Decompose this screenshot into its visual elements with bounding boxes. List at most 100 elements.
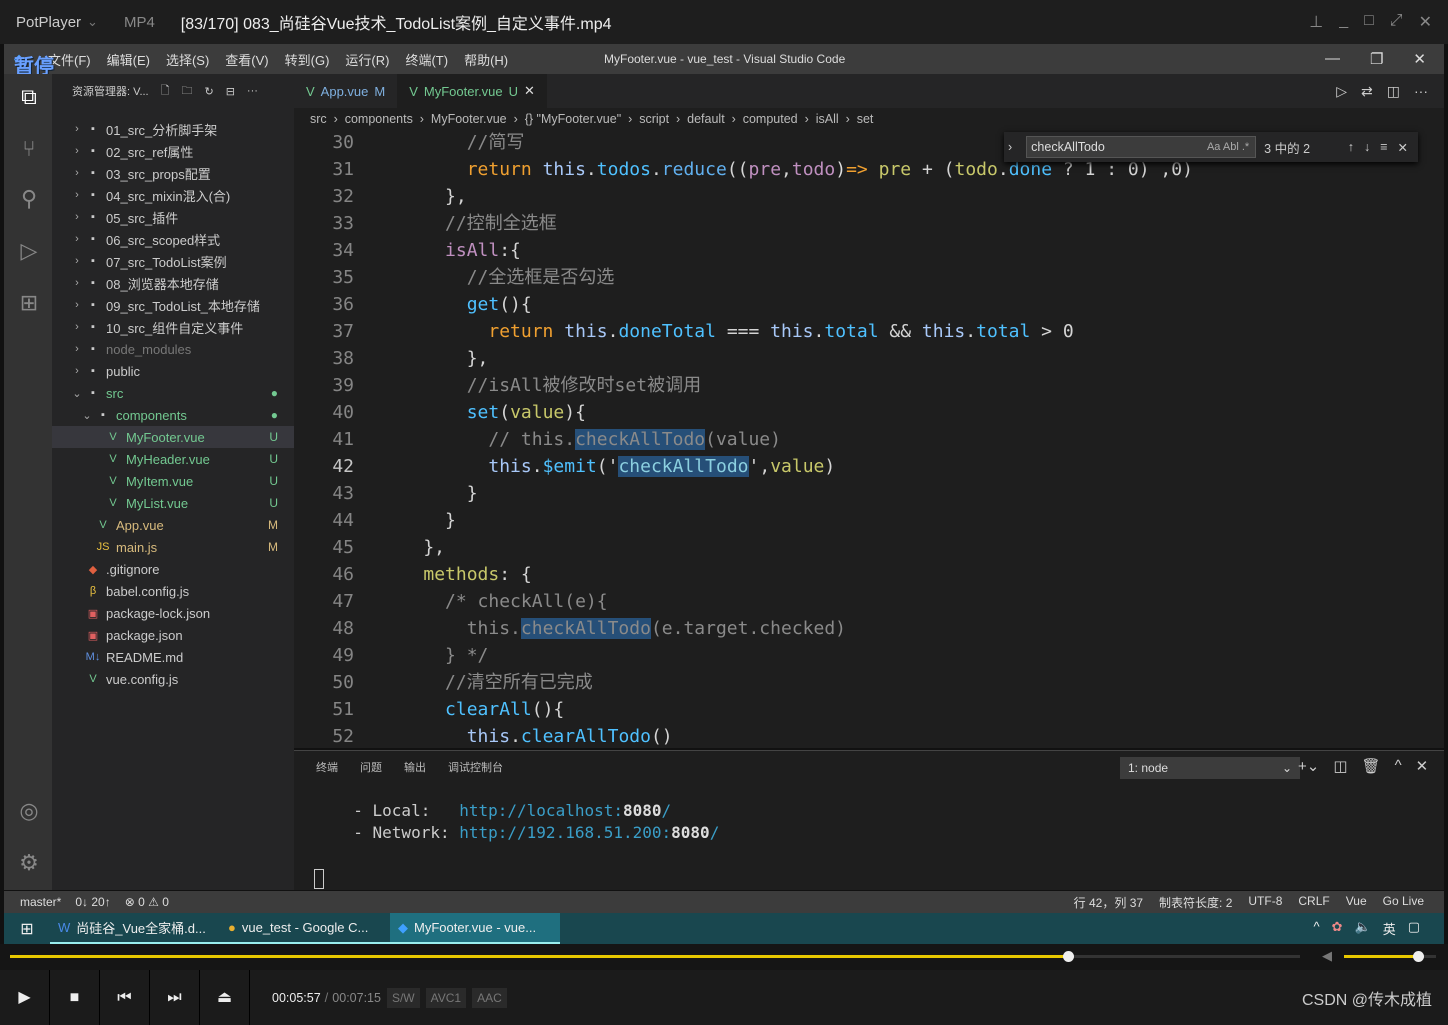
maximize-icon[interactable]: □ <box>1364 12 1374 32</box>
next-match-icon[interactable]: ↓ <box>1364 140 1370 155</box>
code-line[interactable]: this.checkAllTodo(e.target.checked) <box>380 615 846 642</box>
find-options[interactable]: Aa Abl .* <box>1207 141 1249 153</box>
breadcrumb-item[interactable]: computed <box>743 112 798 126</box>
code-line[interactable]: //控制全选框 <box>380 210 557 237</box>
seek-bar[interactable] <box>10 951 1300 962</box>
split-terminal-icon[interactable]: ◫ <box>1333 757 1347 775</box>
source-control-icon[interactable]: ⑂ <box>16 136 42 162</box>
file-tree-item[interactable]: › ▪ 07_src_TodoList案例 <box>52 250 294 272</box>
pin-icon[interactable]: ⊥ <box>1309 12 1323 32</box>
menu-item[interactable]: 文件(F) <box>48 50 91 69</box>
extensions-icon[interactable]: ⊞ <box>16 290 42 316</box>
code-line[interactable]: } <box>380 507 456 534</box>
code-line[interactable]: }, <box>380 534 445 561</box>
new-terminal-icon[interactable]: +⌄ <box>1298 757 1319 775</box>
code-editor[interactable]: 30 //简写 31 return this.todos.reduce((pre,… <box>294 130 1444 748</box>
code-line[interactable]: }, <box>380 183 467 210</box>
gear-icon[interactable]: ⚙ <box>16 850 42 876</box>
menu-item[interactable]: 帮助(H) <box>464 50 508 69</box>
file-tree-item[interactable]: › ▪ node_modules <box>52 338 294 360</box>
file-tree-item[interactable]: › ▪ 06_src_scoped样式 <box>52 228 294 250</box>
badge-audio-codec[interactable]: AAC <box>472 987 507 1008</box>
close-find-icon[interactable]: ✕ <box>1398 140 1408 155</box>
code-line[interactable]: methods: { <box>380 561 531 588</box>
status-item[interactable]: 制表符长度: 2 <box>1159 894 1232 911</box>
code-line[interactable]: // this.checkAllTodo(value) <box>380 426 781 453</box>
code-line[interactable]: set(value){ <box>380 399 586 426</box>
trash-icon[interactable]: 🗑 <box>1362 757 1381 775</box>
file-tree-item[interactable]: › ▪ 01_src_分析脚手架 <box>52 118 294 140</box>
menu-item[interactable]: 查看(V) <box>225 50 268 69</box>
play-icon[interactable]: ▶ <box>0 970 50 1025</box>
more-icon[interactable]: ··· <box>247 85 258 97</box>
menu-item[interactable]: 转到(G) <box>285 50 330 69</box>
file-tree-item[interactable]: V MyHeader.vue U <box>52 448 294 470</box>
refresh-icon[interactable]: ↻ <box>204 85 213 98</box>
file-tree-item[interactable]: V MyItem.vue U <box>52 470 294 492</box>
code-line[interactable]: }, <box>380 345 489 372</box>
taskbar-word[interactable]: W 尚硅谷_Vue全家桶.d... <box>50 913 220 944</box>
new-folder-icon[interactable]: 🗀 <box>181 82 192 101</box>
file-tree-item[interactable]: ◆ .gitignore <box>52 558 294 580</box>
stop-icon[interactable]: ■ <box>50 970 100 1025</box>
notification-icon[interactable]: ▢ <box>1408 919 1420 938</box>
breadcrumb-item[interactable]: script <box>639 112 669 126</box>
file-tree-item[interactable]: V MyFooter.vue U <box>52 426 294 448</box>
maximize-panel-icon[interactable]: ^ <box>1395 757 1402 775</box>
minimize-icon[interactable]: — <box>1325 50 1340 68</box>
terminal-url[interactable]: http://192.168.51.200:8080/ <box>459 823 719 842</box>
code-line[interactable]: return this.doneTotal === this.total && … <box>380 318 1073 345</box>
tab-app-vue[interactable]: V App.vue M <box>294 74 397 108</box>
code-line[interactable]: } <box>380 480 478 507</box>
file-tree-item[interactable]: › ▪ 05_src_插件 <box>52 206 294 228</box>
file-tree-item[interactable]: › ▪ 03_src_props配置 <box>52 162 294 184</box>
file-tree-item[interactable]: › ▪ 10_src_组件自定义事件 <box>52 316 294 338</box>
menu-item[interactable]: 选择(S) <box>166 50 209 69</box>
code-line[interactable]: //isAll被修改时set被调用 <box>380 372 701 399</box>
badge-video-codec[interactable]: AVC1 <box>425 987 467 1008</box>
file-tree-item[interactable]: V MyList.vue U <box>52 492 294 514</box>
file-tree-item[interactable]: V App.vue M <box>52 514 294 536</box>
code-line[interactable]: //清空所有已完成 <box>380 669 593 696</box>
code-line[interactable]: isAll:{ <box>380 237 521 264</box>
volume-icon[interactable]: 🔈 <box>1355 919 1371 938</box>
explorer-icon[interactable]: ⧉ <box>16 84 42 110</box>
close-panel-icon[interactable]: ✕ <box>1416 757 1429 775</box>
code-line[interactable]: //全选框是否勾选 <box>380 264 615 291</box>
panel-tab[interactable]: 问题 <box>360 759 382 775</box>
menu-item[interactable]: 编辑(E) <box>107 50 150 69</box>
search-icon[interactable]: ⚲ <box>16 186 42 212</box>
breadcrumb-item[interactable]: MyFooter.vue <box>431 112 507 126</box>
breadcrumb-item[interactable]: isAll <box>816 112 839 126</box>
status-item[interactable]: CRLF <box>1298 894 1329 911</box>
close-tab-icon[interactable]: ✕ <box>524 83 535 99</box>
file-tree-item[interactable]: ⌄ ▪ src ● <box>52 382 294 404</box>
breadcrumb-item[interactable]: components <box>345 112 413 126</box>
volume-slider[interactable] <box>1344 951 1436 962</box>
file-tree-item[interactable]: ▣ package-lock.json <box>52 602 294 624</box>
file-tree-item[interactable]: › ▪ public <box>52 360 294 382</box>
file-tree-item[interactable]: › ▪ 02_src_ref属性 <box>52 140 294 162</box>
collapse-icon[interactable]: ⊟ <box>226 85 235 98</box>
problems-status[interactable]: ⊗ 0 ⚠ 0 <box>125 895 169 909</box>
file-tree-item[interactable]: JS main.js M <box>52 536 294 558</box>
sync-status[interactable]: 0↓ 20↑ <box>75 895 110 909</box>
status-item[interactable]: UTF-8 <box>1248 894 1282 911</box>
toggle-replace-icon[interactable]: › <box>1008 140 1012 154</box>
windows-start-icon[interactable]: ⊞ <box>4 919 50 939</box>
file-tree-item[interactable]: M↓ README.md <box>52 646 294 668</box>
status-item[interactable]: Vue <box>1346 894 1367 911</box>
badge-renderer[interactable]: S/W <box>386 987 420 1008</box>
file-tree-item[interactable]: ⌄ ▪ components ● <box>52 404 294 426</box>
breadcrumb-item[interactable]: {} "MyFooter.vue" <box>525 112 621 126</box>
status-item[interactable]: Go Live <box>1383 894 1424 911</box>
potplayer-menu[interactable]: PotPlayer <box>16 14 81 31</box>
menu-item[interactable]: 运行(R) <box>345 50 389 69</box>
terminal-url[interactable]: http://localhost:8080/ <box>459 801 671 820</box>
taskbar-chrome[interactable]: ● vue_test - Google C... <box>220 913 390 944</box>
next-icon[interactable]: ⏭ <box>150 970 200 1025</box>
branch-status[interactable]: master* <box>20 895 61 909</box>
find-input[interactable]: checkAllTodo Aa Abl .* <box>1026 136 1257 158</box>
ime-indicator[interactable]: 英 <box>1383 919 1396 938</box>
tray-expand-icon[interactable]: ^ <box>1313 919 1319 938</box>
